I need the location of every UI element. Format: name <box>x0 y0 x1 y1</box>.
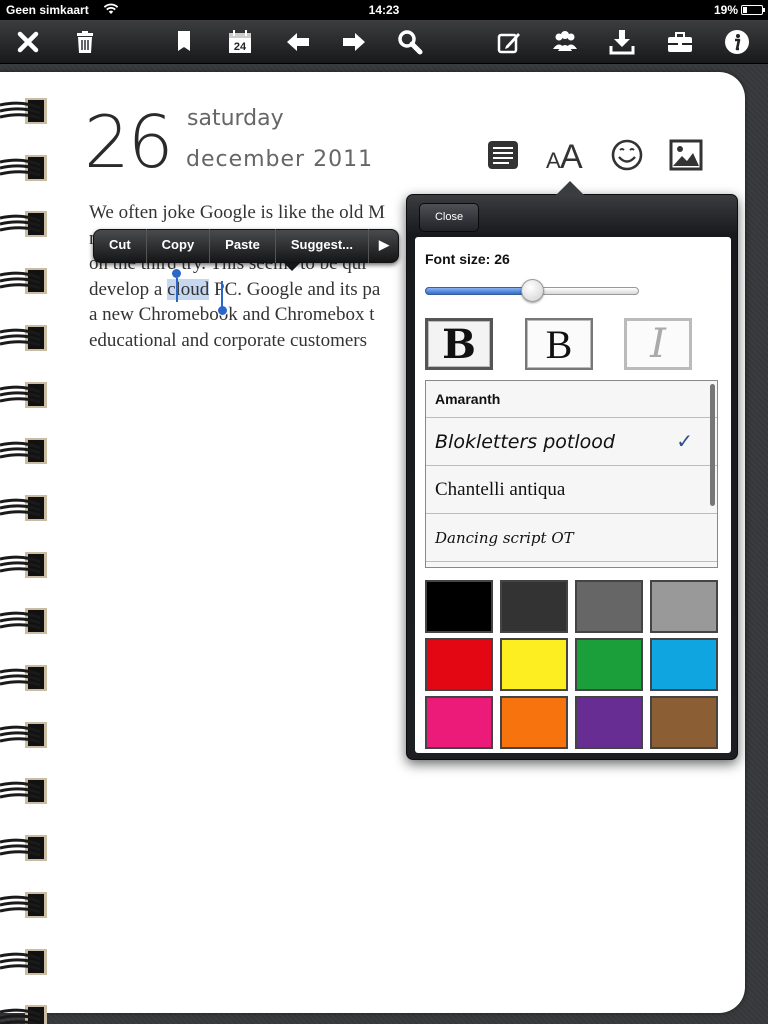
font-item-chantelli-antiqua[interactable]: Chantelli antiqua <box>426 466 717 514</box>
color-swatch[interactable] <box>500 696 568 749</box>
more-arrow-icon[interactable]: ▶ <box>369 229 399 263</box>
font-list[interactable]: Amaranth Blokletters potlood ✓ Chantelli… <box>425 380 718 568</box>
spiral-ring <box>0 1003 52 1024</box>
color-swatch[interactable] <box>425 638 493 691</box>
date-month-year: december 2011 <box>186 147 374 172</box>
callout-pointer <box>284 263 300 271</box>
text-after-selection: PC. Google and its pa <box>209 278 381 300</box>
download-icon[interactable] <box>608 28 636 56</box>
font-list-scrollbar[interactable] <box>710 384 715 506</box>
color-swatch[interactable] <box>650 580 718 633</box>
battery-percent: 19% <box>713 3 738 17</box>
spiral-ring <box>0 153 52 183</box>
spiral-ring <box>0 380 52 410</box>
color-swatch[interactable] <box>650 638 718 691</box>
paste-button[interactable]: Paste <box>210 229 276 263</box>
image-icon[interactable] <box>668 137 704 173</box>
text-line: educational and corporate customers <box>89 329 368 351</box>
slider-thumb[interactable] <box>521 279 544 302</box>
spiral-ring <box>0 550 52 580</box>
popover-pointer <box>555 181 585 196</box>
main-toolbar: 24 <box>0 20 768 64</box>
toolbox-icon[interactable] <box>666 28 694 56</box>
cut-button[interactable]: Cut <box>94 229 147 263</box>
spiral-ring <box>0 323 52 353</box>
font-item-amaranth[interactable]: Amaranth <box>426 381 717 418</box>
close-button[interactable]: Close <box>419 203 479 232</box>
text-line: We often joke Google is like the old M <box>89 202 386 223</box>
spiral-ring <box>0 209 52 239</box>
color-swatch[interactable] <box>575 638 643 691</box>
people-icon[interactable] <box>551 28 579 56</box>
date-weekday: saturday <box>187 106 284 131</box>
italic-label: I <box>626 320 690 368</box>
font-name: Dancing script OT <box>435 528 574 547</box>
edit-callout-menu: Cut Copy Paste Suggest... ▶ <box>93 229 399 271</box>
arrow-right-icon[interactable] <box>340 28 368 56</box>
slider-fill <box>425 287 532 295</box>
status-bar: Geen simkaart 14:23 19% <box>0 0 768 20</box>
selection-start-caret <box>176 278 178 302</box>
color-swatch[interactable] <box>575 580 643 633</box>
spiral-ring <box>0 833 52 863</box>
text-line: a new Chromebook and Chromebox t <box>89 304 375 325</box>
color-swatch[interactable] <box>425 580 493 633</box>
text-before-selection: develop a <box>89 278 168 300</box>
font-item-blokletters-potlood[interactable]: Blokletters potlood ✓ <box>426 418 717 466</box>
spiral-ring <box>0 663 52 693</box>
text-line: develop a cloud PC. Google and its pa <box>89 277 409 303</box>
svg-text:A: A <box>560 138 583 173</box>
spiral-ring <box>0 96 52 126</box>
bold-button[interactable]: B <box>525 318 593 370</box>
italic-button[interactable]: I <box>624 318 692 370</box>
search-icon[interactable] <box>396 28 424 56</box>
color-swatch[interactable] <box>575 696 643 749</box>
bold-serif-label: B <box>428 321 490 368</box>
clock: 14:23 <box>368 3 400 17</box>
note-body-text[interactable]: We often joke Google is like the old M n… <box>89 200 409 353</box>
spiral-ring <box>0 493 52 523</box>
font-name: Chantelli antiqua <box>435 478 566 500</box>
copy-button[interactable]: Copy <box>147 229 211 263</box>
list-icon[interactable] <box>485 137 521 173</box>
trash-icon[interactable] <box>71 28 99 56</box>
font-name: Blokletters potlood <box>435 430 615 453</box>
bold-serif-button[interactable]: B <box>425 318 493 370</box>
font-size-label: Font size: 26 <box>425 251 510 267</box>
font-name: Amaranth <box>435 391 501 407</box>
battery-icon <box>741 5 765 15</box>
popover-content: Font size: 26 B B I Amaranth Blokletters… <box>415 237 731 753</box>
info-icon[interactable] <box>723 28 751 56</box>
arrow-left-icon[interactable] <box>284 28 312 56</box>
checkmark-icon: ✓ <box>676 429 693 453</box>
bookmark-icon[interactable] <box>170 28 198 56</box>
spiral-ring <box>0 890 52 920</box>
date-day: 26 <box>84 100 174 184</box>
color-swatch[interactable] <box>650 696 718 749</box>
svg-text:A: A <box>546 148 561 173</box>
spiral-ring <box>0 720 52 750</box>
selected-text[interactable]: cloud <box>167 278 210 300</box>
font-size-slider[interactable] <box>425 279 639 302</box>
compose-icon[interactable] <box>495 28 523 56</box>
spiral-ring <box>0 606 52 636</box>
close-icon[interactable] <box>14 28 42 56</box>
font-item-dancing-script[interactable]: Dancing script OT <box>426 514 717 562</box>
selection-end-caret <box>221 281 223 307</box>
font-popover: Close Font size: 26 B B I Amaranth Blokl… <box>406 181 738 760</box>
spiral-ring <box>0 776 52 806</box>
smiley-icon[interactable] <box>609 137 645 173</box>
calendar-icon[interactable]: 24 <box>226 28 254 56</box>
spiral-ring <box>0 436 52 466</box>
color-swatch[interactable] <box>425 696 493 749</box>
spiral-binding <box>0 72 52 1024</box>
spiral-ring <box>0 947 52 977</box>
bold-label: B <box>527 320 591 368</box>
color-swatch[interactable] <box>500 580 568 633</box>
color-swatch[interactable] <box>500 638 568 691</box>
calendar-day-text: 24 <box>234 41 247 53</box>
spiral-ring <box>0 266 52 296</box>
suggest-button[interactable]: Suggest... <box>276 229 369 263</box>
font-icon[interactable]: AA <box>545 137 585 176</box>
